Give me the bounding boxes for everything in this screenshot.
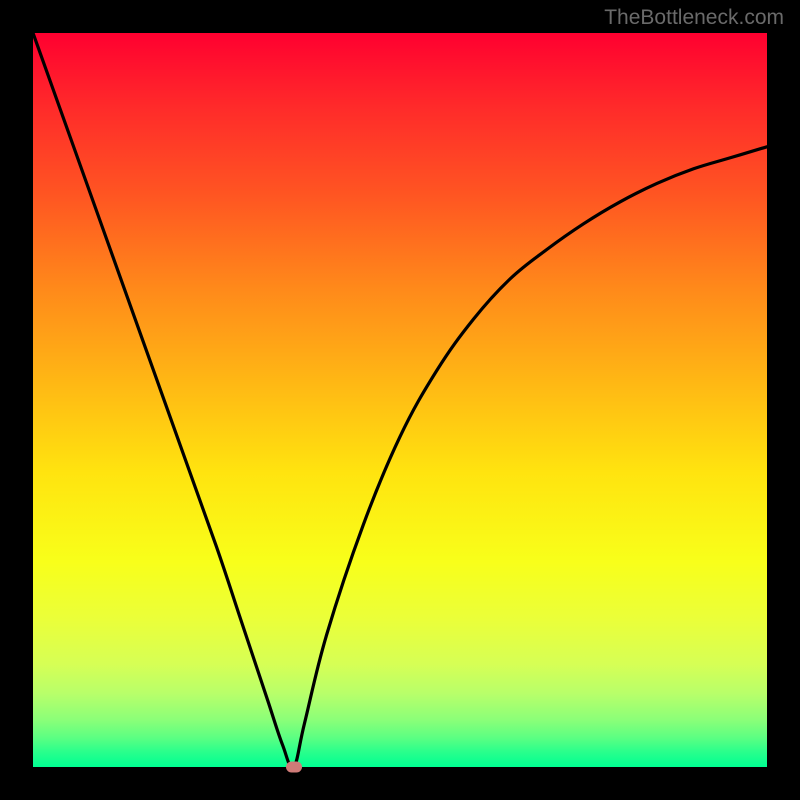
bottleneck-curve — [33, 33, 767, 767]
curve-svg — [33, 33, 767, 767]
minimum-marker — [286, 762, 302, 773]
chart-frame: TheBottleneck.com — [0, 0, 800, 800]
plot-area — [33, 33, 767, 767]
watermark-text: TheBottleneck.com — [604, 6, 784, 30]
